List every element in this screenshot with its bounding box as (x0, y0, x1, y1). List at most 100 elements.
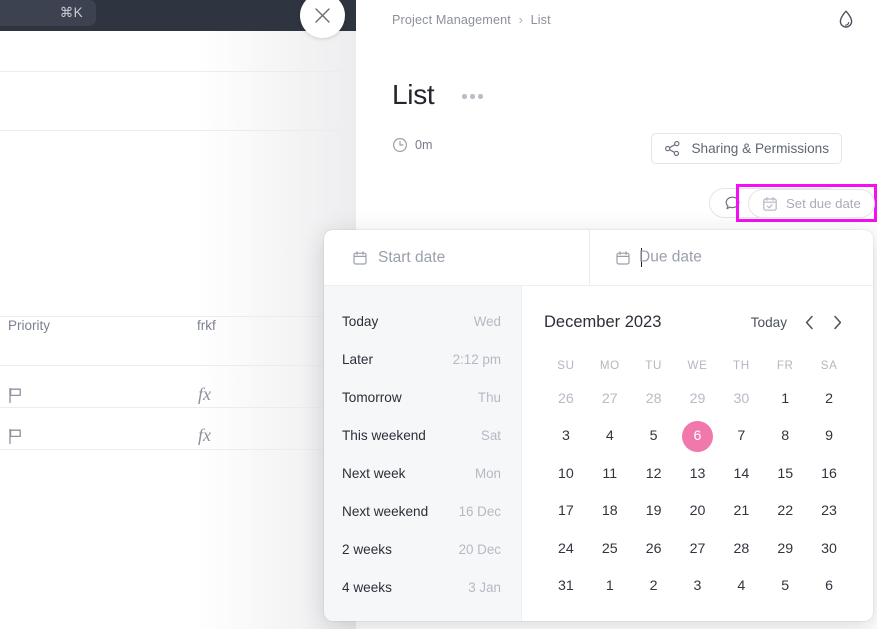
formula-cell[interactable]: fx (198, 425, 211, 446)
calendar-day[interactable]: 30 (719, 380, 763, 418)
calendar-day[interactable]: 21 (719, 493, 763, 531)
calendar-day[interactable]: 4 (588, 418, 632, 456)
preset-today[interactable]: Today Wed (324, 302, 521, 340)
calendar-day[interactable]: 3 (676, 568, 720, 606)
droplet-button[interactable] (837, 9, 855, 31)
calendar-header: December 2023 Today (544, 302, 851, 342)
calendar-day[interactable]: 14 (719, 455, 763, 493)
calendar-day[interactable]: 25 (588, 530, 632, 568)
share-icon (665, 140, 680, 157)
calendar-day[interactable]: 27 (588, 380, 632, 418)
preset-hint: 16 Dec (458, 503, 501, 519)
time-tracked[interactable]: 0m (392, 137, 433, 153)
calendar-day[interactable]: 29 (763, 530, 807, 568)
calendar-day[interactable]: 18 (588, 493, 632, 531)
calendar-day-number: 7 (737, 428, 746, 445)
calendar-today-button[interactable]: Today (743, 311, 795, 334)
due-date-field[interactable]: Due date (589, 230, 873, 285)
calendar-day[interactable]: 29 (676, 380, 720, 418)
preset-tomorrow[interactable]: Tomorrow Thu (324, 378, 521, 416)
calendar-day[interactable]: 5 (763, 568, 807, 606)
calendar-day[interactable]: 26 (544, 380, 588, 418)
breadcrumb-current[interactable]: List (531, 13, 551, 27)
set-due-date-label: Set due date (786, 196, 861, 211)
calendar-day[interactable]: 2 (632, 568, 676, 606)
calendar-weekday-we: WE (687, 358, 708, 372)
calendar-day[interactable]: 10 (544, 455, 588, 493)
calendar-day[interactable]: 11 (588, 455, 632, 493)
ellipsis-icon (470, 94, 475, 99)
calendar-prev-month-button[interactable] (795, 308, 823, 336)
calendar-day[interactable]: 30 (807, 530, 851, 568)
calendar-day[interactable]: 15 (763, 455, 807, 493)
background-list-view: ⌘K Priority frkf fx fx (0, 0, 356, 629)
calendar-day[interactable]: 26 (632, 530, 676, 568)
start-date-field[interactable]: Start date (324, 230, 589, 285)
calendar-day[interactable]: 31 (544, 568, 588, 606)
preset-hint: 2:12 pm (452, 351, 501, 367)
calendar-day[interactable]: 28 (719, 530, 763, 568)
preset-later[interactable]: Later 2:12 pm (324, 340, 521, 378)
preset-label: Next weekend (342, 503, 429, 519)
calendar-weekday-tu: TU (645, 358, 662, 372)
calendar-day[interactable]: 8 (763, 418, 807, 456)
calendar-day-number: 10 (558, 465, 574, 482)
calendar-day[interactable]: 27 (676, 530, 720, 568)
calendar-day[interactable]: 24 (544, 530, 588, 568)
calendar-day[interactable]: 7 (719, 418, 763, 456)
calendar-day[interactable]: 22 (763, 493, 807, 531)
calendar-day[interactable]: 3 (544, 418, 588, 456)
calendar-day[interactable]: 6 (807, 568, 851, 606)
calendar-day[interactable]: 28 (632, 380, 676, 418)
calendar-day[interactable]: 13 (676, 455, 720, 493)
calendar-icon (353, 250, 367, 265)
column-header-frkf[interactable]: frkf (197, 318, 216, 333)
calendar-day[interactable]: 4 (719, 568, 763, 606)
sharing-permissions-button[interactable]: Sharing & Permissions (651, 133, 842, 164)
calendar-day[interactable]: 2 (807, 380, 851, 418)
calendar-day-number: 5 (781, 578, 790, 595)
row-divider (0, 130, 356, 131)
preset-4-weeks[interactable]: 4 weeks 3 Jan (324, 568, 521, 606)
calendar-day-number: 30 (733, 390, 750, 407)
formula-cell[interactable]: fx (198, 384, 211, 405)
preset-this-weekend[interactable]: This weekend Sat (324, 416, 521, 454)
calendar-day-number: 30 (821, 540, 837, 557)
calendar-day[interactable]: 16 (807, 455, 851, 493)
sharing-permissions-label: Sharing & Permissions (691, 141, 829, 156)
column-header-priority[interactable]: Priority (8, 318, 50, 333)
calendar-day[interactable]: 1 (763, 380, 807, 418)
breadcrumb-parent[interactable]: Project Management (392, 13, 511, 27)
calendar-day[interactable]: 9 (807, 418, 851, 456)
calendar-day-number: 29 (777, 540, 794, 557)
preset-next-weekend[interactable]: Next weekend 16 Dec (324, 492, 521, 530)
table-row[interactable] (8, 428, 24, 445)
ellipsis-icon (462, 94, 467, 99)
calendar-day-number: 29 (689, 390, 706, 407)
calendar-next-month-button[interactable] (823, 308, 851, 336)
calendar-day[interactable]: 5 (632, 418, 676, 456)
command-palette-shortcut[interactable]: ⌘K (0, 0, 96, 26)
preset-label: Next week (342, 465, 406, 481)
droplet-icon (839, 10, 853, 28)
row-divider (0, 316, 356, 317)
calendar-day[interactable]: 12 (632, 455, 676, 493)
calendar-day-number: 12 (645, 465, 662, 482)
row-divider (0, 449, 356, 450)
calendar-day-number: 28 (733, 540, 750, 557)
calendar-day-number: 3 (693, 578, 702, 595)
task-more-menu-button[interactable] (458, 88, 487, 105)
set-due-date-button[interactable]: Set due date (748, 189, 875, 218)
table-row[interactable] (8, 387, 24, 404)
calendar-day-number: 6 (681, 420, 713, 452)
calendar-day[interactable]: 17 (544, 493, 588, 531)
calendar-day[interactable]: 1 (588, 568, 632, 606)
calendar-day[interactable]: 23 (807, 493, 851, 531)
preset-2-weeks[interactable]: 2 weeks 20 Dec (324, 530, 521, 568)
preset-label: This weekend (342, 427, 426, 443)
calendar-day-selected[interactable]: 6 (676, 418, 720, 456)
calendar-day[interactable]: 19 (632, 493, 676, 531)
calendar-day[interactable]: 20 (676, 493, 720, 531)
calendar-weekday-th: TH (733, 358, 750, 372)
preset-next-week[interactable]: Next week Mon (324, 454, 521, 492)
